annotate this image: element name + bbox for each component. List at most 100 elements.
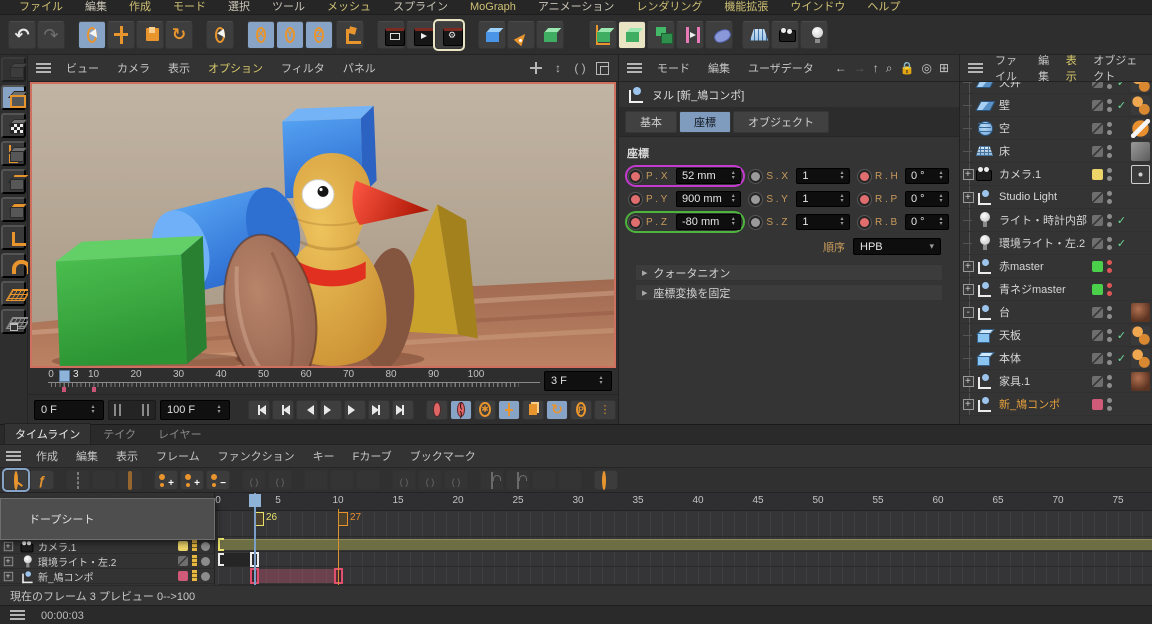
polygon-mode-button[interactable]: [1, 197, 26, 222]
record-parameter-toggle[interactable]: P: [570, 400, 592, 420]
menu-item[interactable]: メッシュ: [316, 0, 382, 14]
object-manager-menu-item[interactable]: ファイル: [989, 52, 1032, 84]
object-name[interactable]: 床: [999, 143, 1090, 159]
spinner-arrows-icon[interactable]: [729, 171, 737, 181]
object-name[interactable]: 家具.1: [999, 373, 1090, 389]
spinner-arrows-icon[interactable]: [838, 194, 846, 204]
spline-ops-menu[interactable]: [676, 21, 704, 49]
spinner-arrows-icon[interactable]: [838, 217, 846, 227]
expander-bar[interactable]: 座標変換を固定: [635, 284, 943, 301]
object-row[interactable]: 本体 ✓: [960, 347, 1152, 370]
layer-color-swatch[interactable]: [1092, 123, 1103, 134]
timeline-menu-item[interactable]: ブックマーク: [401, 448, 485, 464]
pan-view-icon[interactable]: [528, 60, 544, 76]
history-back-icon[interactable]: ←: [835, 61, 847, 75]
zero-angle-button[interactable]: [242, 470, 266, 490]
goto-next-key-button[interactable]: [368, 400, 390, 420]
timeline-menu-item[interactable]: 表示: [107, 448, 147, 464]
texture-thumbnail[interactable]: [1131, 119, 1150, 138]
move-tool[interactable]: [107, 21, 135, 49]
object-manager-menu-item[interactable]: 編集: [1032, 52, 1060, 84]
current-frame-marker[interactable]: [59, 370, 70, 382]
record-rotation-toggle[interactable]: ↻: [546, 400, 568, 420]
region-tool-button[interactable]: [118, 470, 142, 490]
vbar-lock-button[interactable]: [558, 470, 582, 490]
visibility-dots-icon[interactable]: [1107, 375, 1112, 388]
visibility-dots-icon[interactable]: [1107, 99, 1112, 112]
render-picture-viewer-button[interactable]: [406, 21, 434, 49]
layer-color-swatch[interactable]: [178, 556, 188, 566]
dolly-view-icon[interactable]: ↕: [550, 60, 566, 76]
timeline-object-row[interactable]: 環境ライト・左.2: [0, 554, 214, 569]
lock-time-button[interactable]: [506, 470, 530, 490]
y-axis-lock[interactable]: Y: [276, 21, 304, 49]
automatic-mode-button[interactable]: [66, 470, 90, 490]
fcurve-mode-button[interactable]: [30, 470, 54, 490]
order-dropdown[interactable]: HPB: [853, 238, 941, 255]
visibility-dots-icon[interactable]: [1107, 191, 1112, 204]
timeline-menu-item[interactable]: ファンクション: [209, 448, 304, 464]
expand-toggle-icon[interactable]: [4, 556, 13, 565]
texture-thumbnail[interactable]: [1131, 303, 1150, 322]
enabled-check-icon[interactable]: ✓: [1116, 306, 1127, 319]
camera-track[interactable]: [218, 537, 1152, 552]
current-frame-spinner[interactable]: 3 F: [544, 371, 612, 391]
expand-toggle-icon[interactable]: [963, 100, 974, 111]
undo-button[interactable]: [8, 21, 36, 49]
z-axis-lock[interactable]: Z: [305, 21, 333, 49]
add-primitive-menu[interactable]: [478, 21, 506, 49]
add-key-all-button[interactable]: [180, 470, 204, 490]
layer-color-swatch[interactable]: [1092, 284, 1103, 295]
texture-thumbnail[interactable]: [1131, 142, 1150, 161]
object-row[interactable]: 天井 ✓: [960, 82, 1152, 94]
layer-color-swatch[interactable]: [1092, 146, 1103, 157]
visibility-dots-icon[interactable]: [1107, 260, 1112, 273]
object-row[interactable]: 壁 ✓: [960, 94, 1152, 117]
layer-color-swatch[interactable]: [1092, 330, 1103, 341]
keyframe-dot-icon[interactable]: [858, 170, 871, 183]
environment-menu[interactable]: [742, 21, 770, 49]
last-tool[interactable]: [206, 21, 234, 49]
viewport-menu-item[interactable]: 表示: [159, 60, 199, 76]
layer-color-swatch[interactable]: [1092, 169, 1103, 180]
expand-toggle-icon[interactable]: [963, 376, 974, 387]
camera-menu[interactable]: [771, 21, 799, 49]
subdivision-surface-menu[interactable]: [536, 21, 564, 49]
attribute-menu-item[interactable]: ユーザデータ: [739, 60, 823, 76]
attribute-menu-item[interactable]: モード: [648, 60, 699, 76]
solo-circle-icon[interactable]: [201, 557, 210, 566]
value-field[interactable]: 900 mm: [676, 191, 741, 207]
value-field[interactable]: 1: [796, 214, 850, 230]
key-mode-button[interactable]: [4, 470, 28, 490]
enabled-check-icon[interactable]: ✓: [1116, 168, 1127, 181]
layer-color-swatch[interactable]: [1092, 238, 1103, 249]
expand-toggle-icon[interactable]: [963, 261, 974, 272]
object-row[interactable]: 新_鳩コンポ ✓: [960, 393, 1152, 416]
keyframe-dot-icon[interactable]: [629, 193, 642, 206]
texture-thumbnail[interactable]: [1131, 96, 1150, 115]
keyframe-dot-icon[interactable]: [858, 216, 871, 229]
attribute-tab[interactable]: オブジェクト: [733, 111, 829, 133]
visibility-dots-icon[interactable]: [1107, 306, 1112, 319]
menu-item[interactable]: アニメーション: [527, 0, 626, 14]
live-selection-tool[interactable]: [78, 21, 106, 49]
keyframe-dot-icon[interactable]: [749, 216, 762, 229]
layer-color-swatch[interactable]: [178, 541, 188, 551]
menu-item[interactable]: 機能拡張: [713, 0, 779, 14]
enabled-check-icon[interactable]: ✓: [1116, 329, 1127, 342]
menu-item[interactable]: 作成: [118, 0, 162, 14]
object-row[interactable]: 空 ✓: [960, 117, 1152, 140]
link-selection-button[interactable]: [594, 470, 618, 490]
value-field[interactable]: -80 mm: [676, 214, 741, 230]
power-slider-ruler[interactable]: 0102030405060708090100 3 3 F: [28, 368, 618, 395]
delete-key-button[interactable]: [206, 470, 230, 490]
object-name[interactable]: 台: [999, 304, 1090, 320]
spinner-arrows-icon[interactable]: [215, 405, 223, 415]
texture-thumbnail[interactable]: [1131, 165, 1150, 184]
keyframe-bracket[interactable]: [218, 553, 224, 566]
viewport-menu-item[interactable]: パネル: [334, 60, 385, 76]
menu-item[interactable]: ファイル: [8, 0, 74, 14]
value-field[interactable]: 0 °: [905, 214, 949, 230]
object-name[interactable]: 新_鳩コンポ: [999, 396, 1090, 412]
viewport-menu-item[interactable]: オプション: [199, 60, 272, 76]
